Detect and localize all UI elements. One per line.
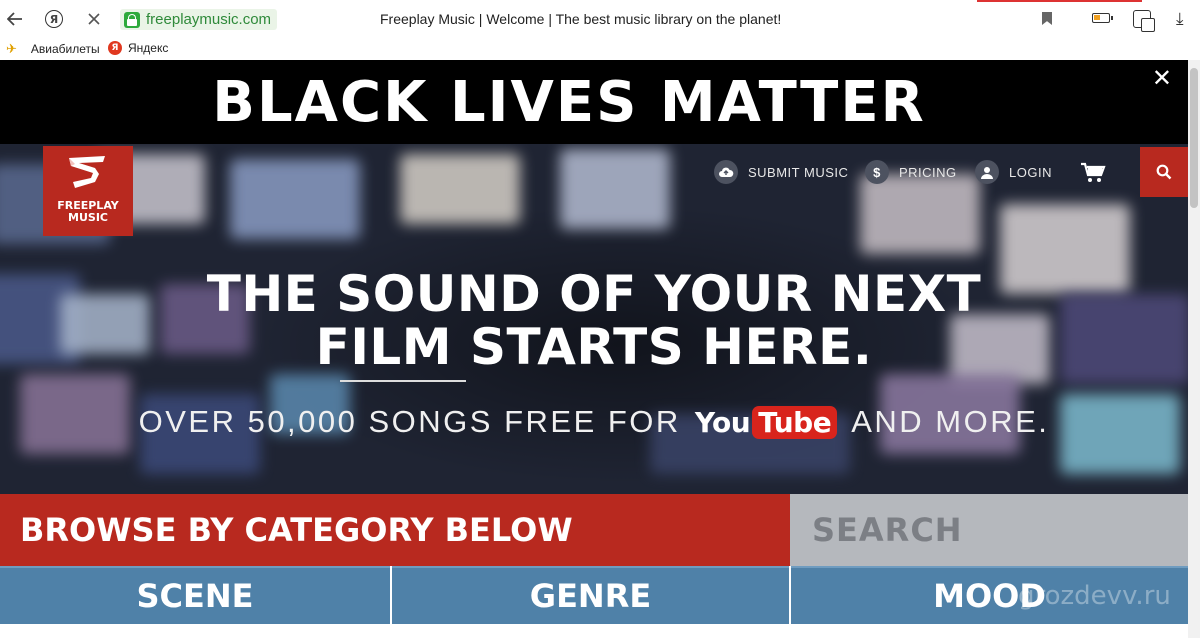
extensions-icon[interactable] (1133, 10, 1155, 32)
scrollbar-thumb[interactable] (1190, 68, 1198, 208)
cloud-upload-icon (714, 160, 738, 184)
battery-icon[interactable] (1092, 13, 1113, 23)
bookmark-label: Авиабилеты (30, 42, 100, 56)
browser-toolbar: Я freeplaymusic.com Freeplay Music | Wel… (0, 0, 1200, 38)
youtube-logo-tube: Tube (752, 405, 838, 439)
category-genre[interactable]: GENRE (392, 566, 789, 624)
nav-login[interactable]: LOGIN (975, 160, 1052, 184)
youtube-logo: You Tube (694, 405, 838, 439)
page-scrollbar[interactable] (1188, 60, 1200, 638)
search-placeholder: SEARCH (812, 511, 963, 549)
page-title: Freeplay Music | Welcome | The best musi… (380, 11, 782, 27)
hero-section: FREEPLAY MUSIC SUBMIT MUSIC $ PRICING LO… (0, 144, 1188, 494)
back-button[interactable] (4, 8, 26, 30)
category-scene[interactable]: SCENE (0, 566, 390, 624)
logo-text: FREEPLAY MUSIC (43, 200, 133, 224)
arrow-left-icon (7, 12, 22, 26)
announcement-banner: BLACK LIVES MATTER ✕ (0, 60, 1188, 144)
banner-text: BLACK LIVES MATTER (212, 69, 926, 135)
logo-text-line2: MUSIC (68, 211, 108, 224)
close-icon[interactable]: ✕ (1152, 66, 1172, 90)
nav-label: SUBMIT MUSIC (748, 164, 849, 180)
youtube-logo-you: You (694, 405, 751, 439)
nav-pricing[interactable]: $ PRICING (865, 160, 957, 184)
close-icon (88, 13, 100, 25)
bookmark-icon[interactable] (1042, 12, 1052, 25)
dollar-icon: $ (865, 160, 889, 184)
subline-text-before: OVER 50,000 SONGS FREE FOR (138, 404, 681, 439)
hero-subline: OVER 50,000 SONGS FREE FOR You Tube AND … (0, 404, 1188, 440)
logo-icon (69, 156, 105, 188)
yandex-circle-icon: Я (45, 10, 63, 28)
subline-text-after: AND MORE. (851, 404, 1050, 439)
active-tab-accent (977, 0, 1142, 2)
download-icon[interactable]: ⤓ (1176, 9, 1184, 29)
search-button[interactable] (1140, 147, 1188, 197)
headline-line2: FILM STARTS HERE. (315, 318, 873, 376)
lock-icon (124, 11, 140, 28)
watermark: grozdevv.ru (1018, 581, 1171, 611)
freeplay-logo[interactable]: FREEPLAY MUSIC (43, 146, 133, 236)
address-bar[interactable]: freeplaymusic.com (120, 9, 278, 30)
yandex-button[interactable]: Я (43, 8, 65, 30)
cart-icon[interactable] (1080, 162, 1106, 184)
url-text: freeplaymusic.com (146, 11, 272, 28)
bookmark-label: Яндекс (128, 41, 169, 55)
page-viewport: BLACK LIVES MATTER ✕ FREEPLAY MUSIC SUBM… (0, 60, 1188, 638)
headline-line1: THE SOUND OF YOUR NEXT (206, 265, 982, 323)
bookmarks-bar: ✈ Авиабилеты Я Яндекс (0, 38, 1200, 60)
nav-submit-music[interactable]: SUBMIT MUSIC (714, 160, 848, 184)
plane-icon: ✈ (6, 41, 17, 56)
bookmark-item-yandex[interactable]: Я Яндекс (108, 41, 168, 55)
headline-underline (340, 380, 466, 382)
stop-loading-button[interactable] (83, 8, 105, 30)
browse-heading: BROWSE BY CATEGORY BELOW (0, 494, 790, 566)
user-icon (975, 160, 999, 184)
bookmark-item-tickets[interactable]: ✈ Авиабилеты (6, 41, 100, 57)
nav-label: PRICING (899, 164, 957, 180)
search-icon (1156, 164, 1172, 180)
search-input[interactable]: SEARCH (790, 494, 1188, 566)
yandex-icon: Я (108, 41, 122, 55)
hero-headline: THE SOUND OF YOUR NEXT FILM STARTS HERE. (0, 268, 1188, 374)
nav-label: LOGIN (1009, 164, 1052, 180)
